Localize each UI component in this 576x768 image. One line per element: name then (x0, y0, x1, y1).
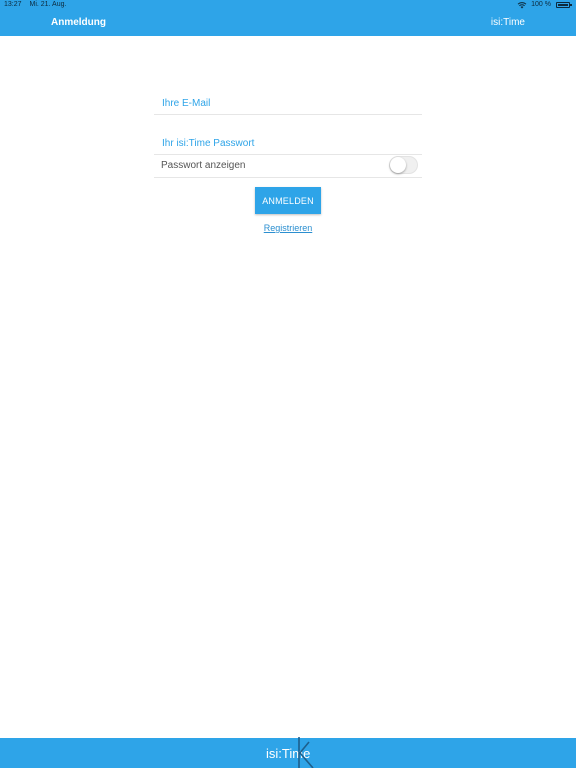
password-field-wrapper (154, 133, 422, 155)
password-input[interactable] (154, 133, 422, 154)
email-input[interactable] (154, 93, 422, 114)
toggle-knob (390, 157, 406, 173)
email-field-wrapper (154, 93, 422, 115)
show-password-row: Passwort anzeigen (154, 153, 422, 178)
app-footer: isi:Time (0, 738, 576, 768)
battery-icon (556, 2, 572, 8)
show-password-label: Passwort anzeigen (161, 160, 246, 171)
status-bar: 13:27 Mi. 21. Aug. 100 % (0, 0, 576, 10)
battery-percent: 100 % (531, 1, 551, 8)
isitime-k-mark-icon (298, 737, 314, 768)
app-header: Anmeldung isi:Time (0, 10, 576, 36)
status-right: 100 % (517, 0, 572, 10)
header-brand: isi:Time (490, 17, 525, 28)
page-title: Anmeldung (51, 17, 106, 28)
status-time: 13:27 (4, 1, 22, 8)
show-password-toggle[interactable] (389, 156, 418, 174)
login-button[interactable]: ANMELDEN (255, 187, 321, 214)
register-link-row: Registrieren (0, 223, 576, 233)
status-date: Mi. 21. Aug. (29, 1, 67, 8)
app-screen: 13:27 Mi. 21. Aug. 100 % Anmeldung isi:T… (0, 0, 576, 768)
wifi-icon (517, 2, 527, 9)
status-left: 13:27 Mi. 21. Aug. (4, 0, 72, 10)
register-link[interactable]: Registrieren (264, 223, 313, 233)
